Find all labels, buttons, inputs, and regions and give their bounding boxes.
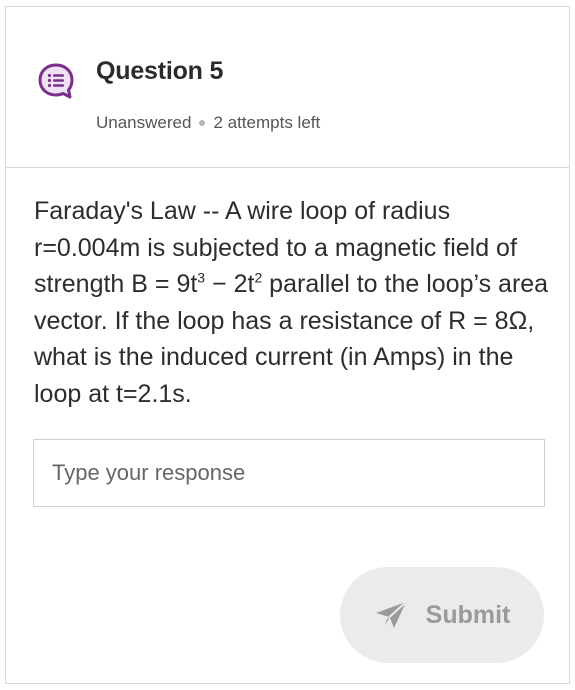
question-card: Question 5 Unanswered 2 attempts left Fa… <box>5 6 570 684</box>
question-header: Question 5 Unanswered 2 attempts left <box>6 7 569 168</box>
submit-label: Submit <box>425 600 511 629</box>
response-input[interactable] <box>33 439 545 507</box>
separator-dot <box>199 120 206 126</box>
paper-plane-icon <box>375 601 407 628</box>
attempts-left: 2 attempts left <box>213 113 321 132</box>
question-text-part2: − 2t <box>205 270 255 298</box>
exponent-3: 3 <box>197 269 206 286</box>
submit-button[interactable]: Submit <box>340 567 544 663</box>
answer-status: Unanswered <box>96 113 192 132</box>
question-status: Unanswered 2 attempts left <box>96 113 320 133</box>
question-text: Faraday's Law -- A wire loop of radius r… <box>34 193 554 412</box>
list-chat-bubble-icon <box>38 63 74 99</box>
question-title: Question 5 <box>96 57 224 85</box>
